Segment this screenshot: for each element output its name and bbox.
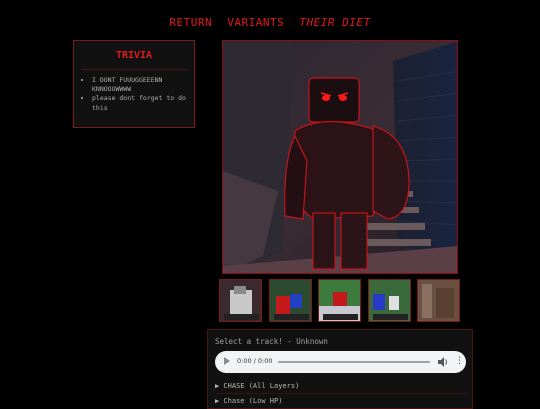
thumbnail-3[interactable] — [318, 279, 361, 322]
track-item[interactable]: ▶ CHASE (All Layers) — [215, 382, 466, 390]
thumbnail-image — [270, 280, 311, 321]
thumbnail-image — [369, 280, 410, 321]
trivia-title: TRIVIA — [115, 50, 153, 61]
thumbnail-strip — [219, 279, 463, 324]
thumbnail-2[interactable] — [269, 279, 312, 322]
character-render — [223, 41, 457, 273]
music-heading: Select a track! - Unknown — [215, 337, 328, 346]
nav-current-link[interactable]: THEIR DIET — [299, 16, 370, 29]
track-item[interactable]: ▶ Chase (Low HP) — [215, 397, 466, 405]
nav-variants-link[interactable]: VARIANTS — [227, 16, 284, 29]
nav-return-link[interactable]: RETURN — [169, 16, 212, 29]
thumbnail-4[interactable] — [368, 279, 411, 322]
trivia-list: I DONT FUUUGGEEENN KNNOOOWWWW please don… — [74, 76, 194, 113]
top-nav: RETURN VARIANTS THEIR DIET — [0, 16, 540, 29]
progress-bar[interactable] — [278, 361, 430, 363]
thumbnail-1[interactable] — [219, 279, 262, 322]
thumbnail-image — [220, 280, 261, 321]
track-divider — [215, 393, 466, 394]
music-panel: Select a track! - Unknown 0:00 / 0:00 ⋮ … — [207, 329, 473, 409]
thumbnail-image — [418, 280, 459, 321]
trivia-panel: TRIVIA I DONT FUUUGGEEENN KNNOOOWWWW ple… — [73, 40, 195, 128]
more-options-icon[interactable]: ⋮ — [455, 356, 464, 366]
trivia-item: please dont forget to do this — [92, 94, 188, 112]
trivia-divider — [81, 69, 187, 70]
main-character-image — [222, 40, 458, 274]
audio-player[interactable]: 0:00 / 0:00 ⋮ — [215, 351, 466, 373]
play-icon[interactable] — [224, 357, 230, 365]
player-time: 0:00 / 0:00 — [237, 357, 273, 365]
thumbnail-image — [319, 280, 360, 321]
volume-icon[interactable] — [438, 356, 448, 368]
trivia-item: I DONT FUUUGGEEENN KNNOOOWWWW — [92, 76, 188, 94]
thumbnail-5[interactable] — [417, 279, 460, 322]
